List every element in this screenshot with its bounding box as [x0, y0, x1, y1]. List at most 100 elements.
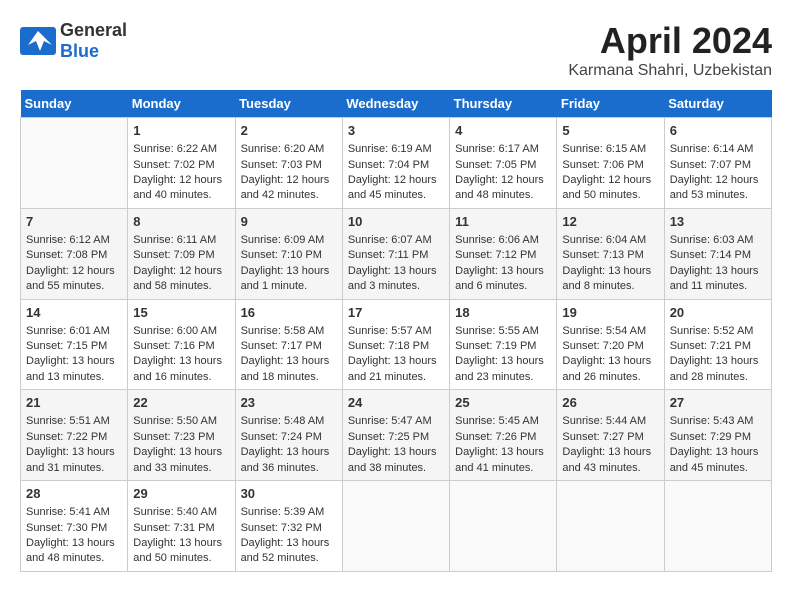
calendar-cell: 16Sunrise: 5:58 AMSunset: 7:17 PMDayligh… — [235, 299, 342, 390]
sunrise-text: Sunrise: 5:41 AM — [26, 505, 122, 520]
daylight-text: Daylight: 12 hours and 58 minutes. — [133, 264, 229, 295]
sunrise-text: Sunrise: 5:54 AM — [562, 324, 658, 339]
calendar-cell: 23Sunrise: 5:48 AMSunset: 7:24 PMDayligh… — [235, 390, 342, 481]
day-number: 7 — [26, 213, 122, 231]
calendar-cell: 7 Sunrise: 6:12 AMSunset: 7:08 PMDaylight… — [21, 208, 128, 299]
daylight-text: Daylight: 12 hours and 55 minutes. — [26, 264, 122, 295]
calendar-week-row: 21Sunrise: 5:51 AMSunset: 7:22 PMDayligh… — [21, 390, 772, 481]
daylight-text: Daylight: 13 hours and 3 minutes. — [348, 264, 444, 295]
title-area: April 2024 Karmana Shahri, Uzbekistan — [568, 20, 772, 80]
sunset-text: Sunset: 7:19 PM — [455, 339, 551, 354]
day-number: 1 — [133, 122, 229, 140]
calendar-cell: 12Sunrise: 6:04 AMSunset: 7:13 PMDayligh… — [557, 208, 664, 299]
calendar-cell: 29Sunrise: 5:40 AMSunset: 7:31 PMDayligh… — [128, 481, 235, 572]
daylight-text: Daylight: 13 hours and 28 minutes. — [670, 354, 766, 385]
day-number: 6 — [670, 122, 766, 140]
daylight-text: Daylight: 13 hours and 43 minutes. — [562, 445, 658, 476]
sunset-text: Sunset: 7:21 PM — [670, 339, 766, 354]
logo-icon — [20, 27, 56, 55]
calendar-header-row: SundayMondayTuesdayWednesdayThursdayFrid… — [21, 90, 772, 118]
sunset-text: Sunset: 7:13 PM — [562, 248, 658, 263]
daylight-text: Daylight: 13 hours and 21 minutes. — [348, 354, 444, 385]
sunset-text: Sunset: 7:15 PM — [26, 339, 122, 354]
daylight-text: Daylight: 13 hours and 41 minutes. — [455, 445, 551, 476]
sunset-text: Sunset: 7:26 PM — [455, 430, 551, 445]
sunset-text: Sunset: 7:27 PM — [562, 430, 658, 445]
sunrise-text: Sunrise: 6:01 AM — [26, 324, 122, 339]
calendar-cell: 6Sunrise: 6:14 AMSunset: 7:07 PMDaylight… — [664, 118, 771, 209]
sunrise-text: Sunrise: 5:39 AM — [241, 505, 337, 520]
column-header-sunday: Sunday — [21, 90, 128, 118]
sunrise-text: Sunrise: 6:06 AM — [455, 233, 551, 248]
day-number: 23 — [241, 394, 337, 412]
month-title: April 2024 — [568, 20, 772, 62]
daylight-text: Daylight: 12 hours and 53 minutes. — [670, 173, 766, 204]
calendar-table: SundayMondayTuesdayWednesdayThursdayFrid… — [20, 90, 772, 572]
calendar-cell: 27Sunrise: 5:43 AMSunset: 7:29 PMDayligh… — [664, 390, 771, 481]
sunset-text: Sunset: 7:14 PM — [670, 248, 766, 263]
sunrise-text: Sunrise: 6:04 AM — [562, 233, 658, 248]
column-header-monday: Monday — [128, 90, 235, 118]
sunset-text: Sunset: 7:02 PM — [133, 158, 229, 173]
sunset-text: Sunset: 7:08 PM — [26, 248, 122, 263]
daylight-text: Daylight: 13 hours and 18 minutes. — [241, 354, 337, 385]
daylight-text: Daylight: 12 hours and 40 minutes. — [133, 173, 229, 204]
sunrise-text: Sunrise: 5:55 AM — [455, 324, 551, 339]
day-number: 3 — [348, 122, 444, 140]
sunrise-text: Sunrise: 5:51 AM — [26, 414, 122, 429]
calendar-cell: 20Sunrise: 5:52 AMSunset: 7:21 PMDayligh… — [664, 299, 771, 390]
calendar-cell: 9Sunrise: 6:09 AMSunset: 7:10 PMDaylight… — [235, 208, 342, 299]
column-header-saturday: Saturday — [664, 90, 771, 118]
daylight-text: Daylight: 13 hours and 31 minutes. — [26, 445, 122, 476]
day-number: 22 — [133, 394, 229, 412]
day-number: 2 — [241, 122, 337, 140]
day-number: 19 — [562, 304, 658, 322]
day-number: 15 — [133, 304, 229, 322]
day-number: 18 — [455, 304, 551, 322]
calendar-cell: 10Sunrise: 6:07 AMSunset: 7:11 PMDayligh… — [342, 208, 449, 299]
calendar-cell: 17Sunrise: 5:57 AMSunset: 7:18 PMDayligh… — [342, 299, 449, 390]
sunset-text: Sunset: 7:23 PM — [133, 430, 229, 445]
sunset-text: Sunset: 7:24 PM — [241, 430, 337, 445]
sunrise-text: Sunrise: 6:11 AM — [133, 233, 229, 248]
sunrise-text: Sunrise: 6:00 AM — [133, 324, 229, 339]
daylight-text: Daylight: 12 hours and 45 minutes. — [348, 173, 444, 204]
day-number: 9 — [241, 213, 337, 231]
day-number: 21 — [26, 394, 122, 412]
page-header: General Blue April 2024 Karmana Shahri, … — [20, 20, 772, 80]
sunrise-text: Sunrise: 6:12 AM — [26, 233, 122, 248]
column-header-friday: Friday — [557, 90, 664, 118]
sunrise-text: Sunrise: 5:47 AM — [348, 414, 444, 429]
daylight-text: Daylight: 12 hours and 48 minutes. — [455, 173, 551, 204]
day-number: 13 — [670, 213, 766, 231]
day-number: 29 — [133, 485, 229, 503]
calendar-cell: 28Sunrise: 5:41 AMSunset: 7:30 PMDayligh… — [21, 481, 128, 572]
column-header-wednesday: Wednesday — [342, 90, 449, 118]
sunrise-text: Sunrise: 5:48 AM — [241, 414, 337, 429]
calendar-cell: 2Sunrise: 6:20 AMSunset: 7:03 PMDaylight… — [235, 118, 342, 209]
sunset-text: Sunset: 7:16 PM — [133, 339, 229, 354]
calendar-cell: 3Sunrise: 6:19 AMSunset: 7:04 PMDaylight… — [342, 118, 449, 209]
sunrise-text: Sunrise: 5:40 AM — [133, 505, 229, 520]
sunrise-text: Sunrise: 5:44 AM — [562, 414, 658, 429]
calendar-cell — [450, 481, 557, 572]
calendar-cell: 4Sunrise: 6:17 AMSunset: 7:05 PMDaylight… — [450, 118, 557, 209]
calendar-cell: 8Sunrise: 6:11 AMSunset: 7:09 PMDaylight… — [128, 208, 235, 299]
sunset-text: Sunset: 7:09 PM — [133, 248, 229, 263]
sunset-text: Sunset: 7:18 PM — [348, 339, 444, 354]
sunrise-text: Sunrise: 6:15 AM — [562, 142, 658, 157]
sunrise-text: Sunrise: 5:43 AM — [670, 414, 766, 429]
day-number: 10 — [348, 213, 444, 231]
sunset-text: Sunset: 7:29 PM — [670, 430, 766, 445]
day-number: 14 — [26, 304, 122, 322]
day-number: 24 — [348, 394, 444, 412]
logo: General Blue — [20, 20, 127, 62]
day-number: 25 — [455, 394, 551, 412]
calendar-cell: 19Sunrise: 5:54 AMSunset: 7:20 PMDayligh… — [557, 299, 664, 390]
calendar-cell: 14Sunrise: 6:01 AMSunset: 7:15 PMDayligh… — [21, 299, 128, 390]
day-number: 26 — [562, 394, 658, 412]
day-number: 16 — [241, 304, 337, 322]
day-number: 20 — [670, 304, 766, 322]
sunset-text: Sunset: 7:20 PM — [562, 339, 658, 354]
location-title: Karmana Shahri, Uzbekistan — [568, 62, 772, 80]
